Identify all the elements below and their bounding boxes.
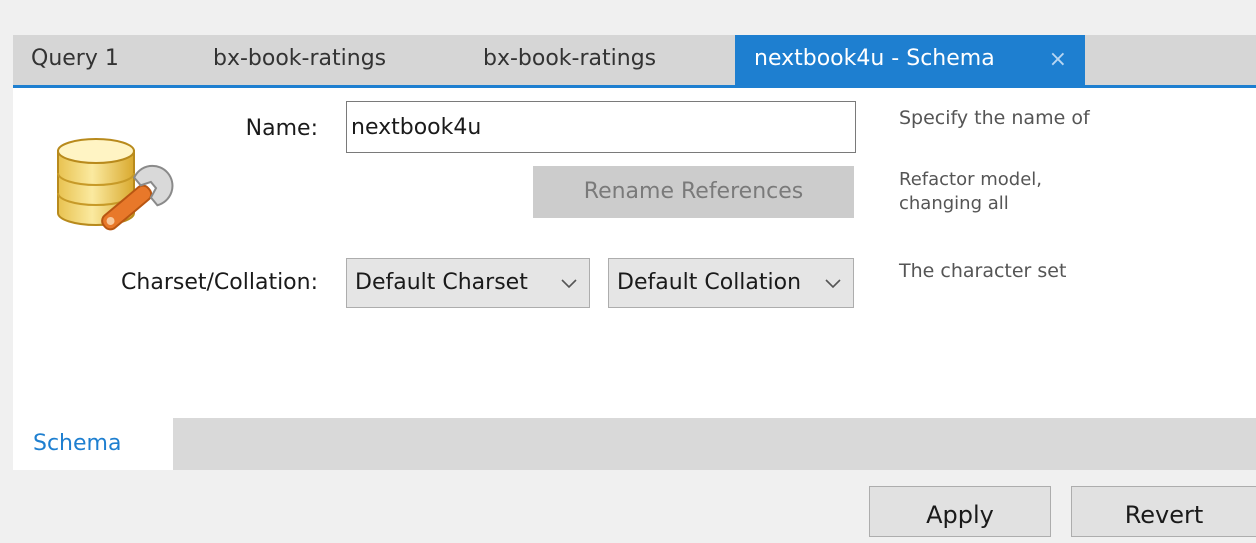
name-description: Specify the name of bbox=[899, 107, 1090, 129]
close-icon[interactable]: × bbox=[1049, 35, 1067, 85]
rename-description: Refactor model, changing all bbox=[899, 169, 1042, 214]
charset-value: Default Charset bbox=[355, 270, 528, 295]
name-label: Name: bbox=[245, 116, 318, 141]
charset-select[interactable]: Default Charset bbox=[346, 258, 590, 308]
tab-nextbook4u-schema[interactable]: nextbook4u - Schema × bbox=[735, 35, 1085, 85]
chevron-down-icon bbox=[825, 279, 841, 289]
tab-schema[interactable]: Schema bbox=[13, 418, 173, 470]
tab-bx-book-ratings-1[interactable]: bx-book-ratings bbox=[213, 35, 386, 85]
collation-value: Default Collation bbox=[617, 270, 802, 295]
bottom-tab-bar: Schema bbox=[13, 418, 1256, 470]
database-wrench-icon bbox=[57, 138, 174, 231]
editor-tab-strip: Query 1 bx-book-ratings bx-book-ratings … bbox=[13, 35, 1256, 85]
collation-select[interactable]: Default Collation bbox=[608, 258, 854, 308]
schema-name-input[interactable] bbox=[346, 101, 856, 153]
revert-button[interactable]: Revert bbox=[1071, 486, 1256, 537]
chevron-down-icon bbox=[561, 279, 577, 289]
tab-query-1[interactable]: Query 1 bbox=[31, 35, 119, 85]
apply-button[interactable]: Apply bbox=[869, 486, 1051, 537]
charset-description: The character set bbox=[899, 260, 1067, 282]
rename-references-button[interactable]: Rename References bbox=[533, 166, 854, 218]
tab-label: nextbook4u - Schema bbox=[754, 46, 995, 71]
charset-collation-label: Charset/Collation: bbox=[121, 270, 318, 295]
tab-bx-book-ratings-2[interactable]: bx-book-ratings bbox=[483, 35, 656, 85]
